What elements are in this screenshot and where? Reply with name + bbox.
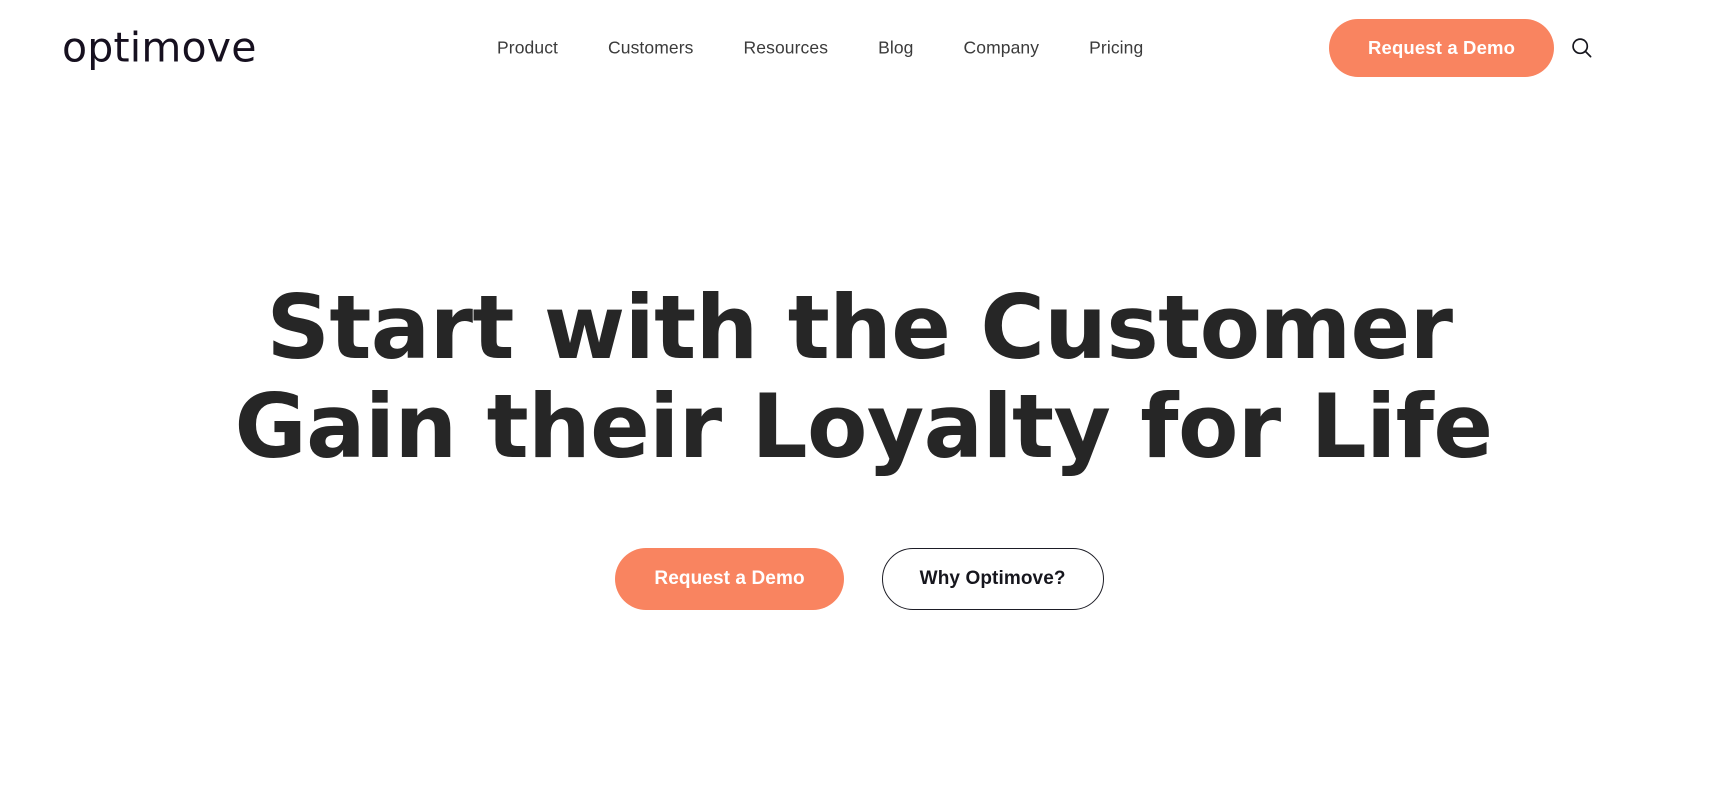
- headline-line-1: Start with the Customer: [266, 276, 1453, 379]
- hero-request-demo-button[interactable]: Request a Demo: [615, 548, 844, 610]
- header-request-demo-button[interactable]: Request a Demo: [1329, 18, 1555, 77]
- nav-item-customers[interactable]: Customers: [608, 29, 694, 67]
- nav-item-product[interactable]: Product: [497, 29, 558, 67]
- main-navigation: Product Customers Resources Blog Company…: [497, 29, 1143, 67]
- hero-why-optimove-button[interactable]: Why Optimove?: [881, 548, 1104, 610]
- nav-item-company[interactable]: Company: [964, 29, 1040, 67]
- site-header: optimove Product Customers Resources Blo…: [0, 0, 1719, 95]
- page-root: optimove Product Customers Resources Blo…: [0, 0, 1719, 788]
- hero-section: Start with the Customer Gain their Loyal…: [0, 95, 1719, 788]
- nav-item-pricing[interactable]: Pricing: [1089, 29, 1143, 67]
- nav-item-blog[interactable]: Blog: [878, 29, 913, 67]
- search-icon: [1570, 36, 1594, 60]
- hero-cta-group: Request a Demo Why Optimove?: [615, 548, 1104, 610]
- search-button[interactable]: [1564, 30, 1600, 66]
- brand-logo[interactable]: optimove: [62, 27, 257, 68]
- nav-item-resources[interactable]: Resources: [744, 29, 829, 67]
- headline-line-2: Gain their Loyalty for Life: [234, 375, 1494, 478]
- page-title: Start with the Customer Gain their Loyal…: [234, 276, 1494, 478]
